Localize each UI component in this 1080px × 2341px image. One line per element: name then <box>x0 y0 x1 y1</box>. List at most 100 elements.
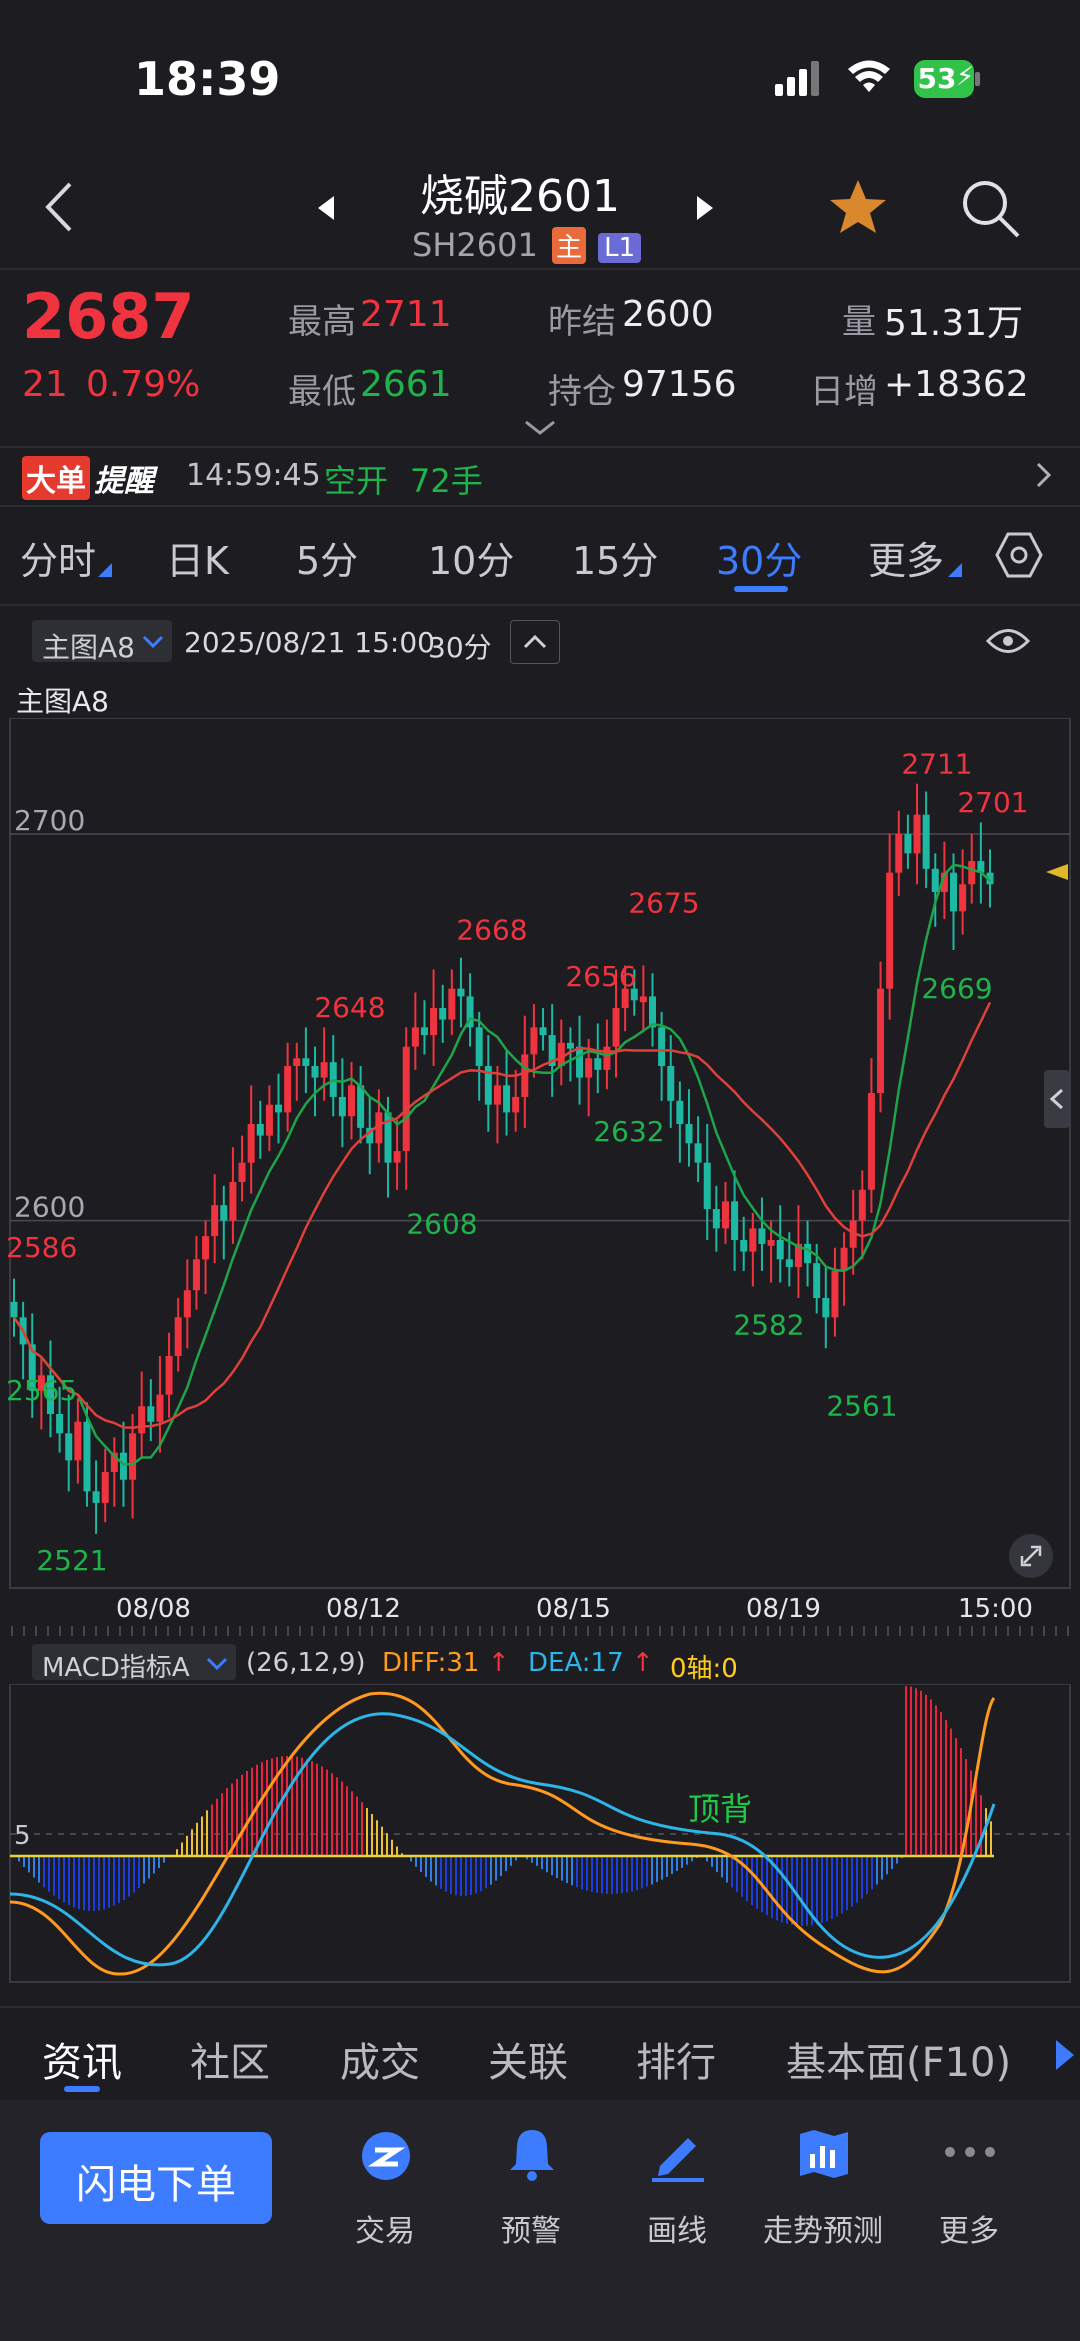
tab-community[interactable]: 社区 <box>190 2030 270 2088</box>
next-contract-icon[interactable] <box>695 196 713 224</box>
candle-body <box>357 1085 365 1128</box>
eye-icon[interactable] <box>985 624 1031 662</box>
annotation-2669: 2669 <box>921 972 992 1005</box>
diff-up-arrow-icon: ↑ <box>479 1648 510 1678</box>
tab-15min[interactable]: 15分 <box>572 530 658 585</box>
candle-body <box>649 996 657 1028</box>
dea-up-arrow-icon: ↑ <box>623 1648 654 1678</box>
tab-trades[interactable]: 成交 <box>340 2030 420 2088</box>
price-chart[interactable]: 2700 2600 2586 2565 2521 2648 2608 2668 2656 2632… <box>0 718 1080 1618</box>
tab-5min[interactable]: 5分 <box>296 530 358 585</box>
collapse-chart-button[interactable] <box>510 620 560 664</box>
favorite-star-icon[interactable] <box>828 178 888 240</box>
candle-body <box>138 1406 146 1434</box>
tab-10min[interactable]: 10分 <box>428 530 514 585</box>
candle-body <box>65 1433 73 1461</box>
back-icon[interactable] <box>44 180 74 238</box>
battery-icon: 53 ⚡ <box>914 60 980 98</box>
price-change-pct: 0.79% <box>86 364 201 405</box>
candle-body <box>448 988 456 1020</box>
alert-action: 空开 <box>324 462 389 500</box>
chart-datetime: 2025/08/21 15:00 <box>184 626 435 659</box>
candle-body <box>904 834 912 854</box>
contract-code: SH2601 主 L1 <box>412 226 642 264</box>
candle-body <box>192 1259 200 1291</box>
main-chart-label: 主图A8 <box>16 685 109 718</box>
volume-label: 量 <box>842 302 876 342</box>
macd-dea: DEA:17 ↑ <box>528 1648 654 1678</box>
chevron-up-icon <box>523 634 547 649</box>
candle-body <box>439 1008 447 1020</box>
candle-body <box>776 1240 784 1260</box>
tab-intraday[interactable]: 分时 <box>20 530 96 585</box>
chart-period: 30分 <box>428 631 492 664</box>
candle-body <box>867 1093 875 1190</box>
candle-body <box>83 1421 91 1492</box>
candle-body <box>539 1027 547 1036</box>
expand-chevron-icon[interactable] <box>524 420 556 440</box>
candle-body <box>758 1228 766 1244</box>
nav-alert-label: 预警 <box>501 2214 561 2249</box>
side-panel-handle <box>1044 1070 1070 1128</box>
low-value: 2661 <box>360 364 452 405</box>
code-text: SH2601 <box>412 226 538 264</box>
candle-body <box>92 1491 100 1503</box>
candle-body <box>10 1301 18 1318</box>
macd-select[interactable]: MACD指标A <box>32 1644 236 1683</box>
tab-related[interactable]: 关联 <box>488 2030 568 2088</box>
candle-body <box>211 1205 219 1237</box>
candle-body <box>721 1201 729 1229</box>
candle-body <box>284 1066 292 1113</box>
chart-settings-icon[interactable] <box>994 530 1044 584</box>
macd-annotation: 顶背 <box>688 1790 752 1828</box>
candle-body <box>202 1236 210 1260</box>
flash-order-button[interactable]: 闪电下单 <box>40 2132 272 2224</box>
macd-chart[interactable]: 5 顶背 <box>0 1684 1080 1984</box>
candle-body <box>685 1124 693 1144</box>
candle-body <box>347 1085 355 1117</box>
candle-body <box>220 1205 228 1221</box>
candle-body <box>731 1201 739 1240</box>
x-label-0808: 08/08 <box>116 1594 191 1624</box>
tab-30min[interactable]: 30分 <box>716 530 802 585</box>
candle-body <box>129 1433 137 1480</box>
high-value: 2711 <box>360 294 452 335</box>
open-interest-value: 97156 <box>622 364 737 405</box>
candle-body <box>457 988 465 997</box>
main-badge: 主 <box>551 227 586 264</box>
x-label-0819: 08/19 <box>746 1594 821 1624</box>
candle-body <box>767 1240 775 1246</box>
alert-tag-remind: 提醒 <box>94 464 154 499</box>
price-tick-label: 2700 <box>14 804 85 837</box>
volume-value: 51.31万 <box>884 303 1024 344</box>
candle-body <box>676 1100 684 1124</box>
indicator-select[interactable]: 主图A8 <box>32 620 172 664</box>
candle-body <box>320 1062 328 1078</box>
tab-ranking[interactable]: 排行 <box>636 2030 716 2088</box>
candle-body <box>785 1259 793 1268</box>
page-title: 烧碱2601 <box>420 171 620 222</box>
price-tick-label: 2600 <box>14 1191 85 1224</box>
candle-body <box>229 1182 237 1221</box>
forecast-chart-icon <box>800 2130 848 2178</box>
prev-contract-icon[interactable] <box>318 196 336 224</box>
tab-fundamentals[interactable]: 基本面(F10) <box>786 2030 1011 2088</box>
candle-body <box>311 1066 319 1078</box>
high-label: 最高 <box>288 302 356 342</box>
candle-body <box>703 1162 711 1210</box>
annotation-2582: 2582 <box>733 1308 804 1341</box>
large-order-alert[interactable]: 大单 提醒 14:59:45 空开 72手 <box>0 450 1080 502</box>
candle-body <box>612 1008 620 1047</box>
tabs-scroll-right-icon[interactable] <box>1056 2040 1074 2074</box>
candle-body <box>420 1027 428 1036</box>
candle-body <box>293 1058 301 1066</box>
macd-dropdown-icon <box>206 1656 228 1675</box>
candle-body <box>740 1240 748 1252</box>
tab-more[interactable]: 更多 <box>868 530 944 585</box>
tab-news[interactable]: 资讯 <box>42 2030 122 2088</box>
search-icon[interactable] <box>960 178 1022 244</box>
indicator-select-label: 主图A8 <box>42 631 135 664</box>
annotation-2656: 2656 <box>565 960 636 993</box>
prev-settle-value: 2600 <box>622 294 714 335</box>
tab-daily-k[interactable]: 日K <box>166 530 229 585</box>
